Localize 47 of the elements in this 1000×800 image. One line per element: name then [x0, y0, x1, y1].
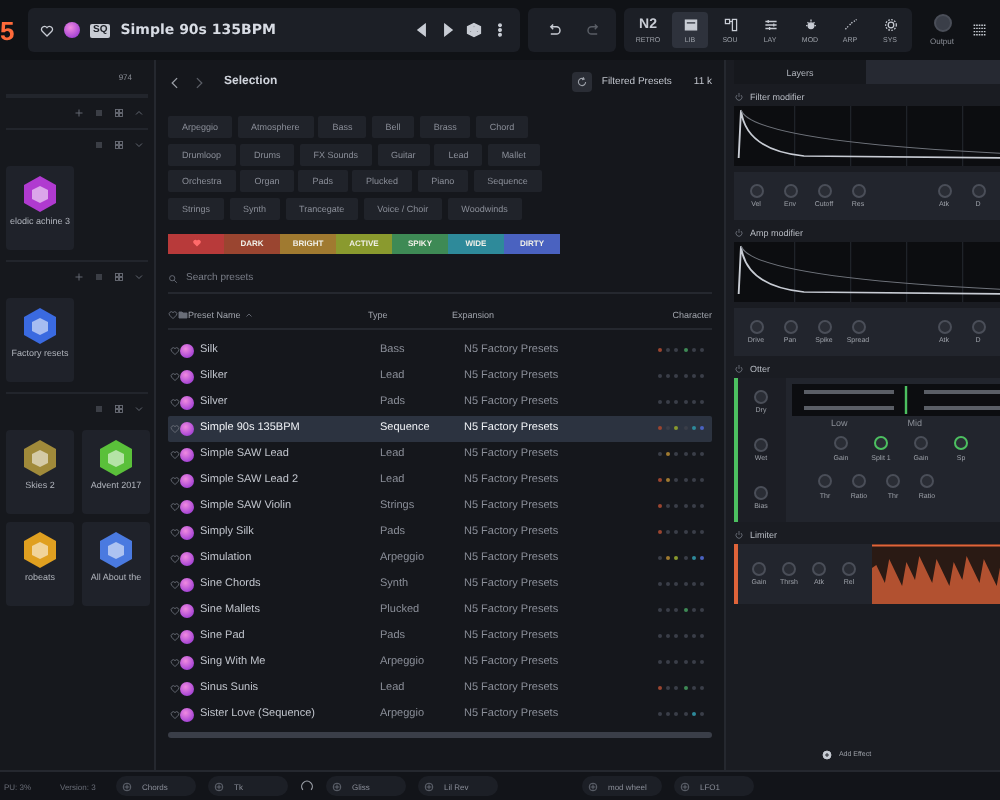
settings-icon	[883, 17, 897, 31]
previous-icon[interactable]	[414, 22, 430, 38]
dice-icon[interactable]	[466, 22, 482, 38]
list-view-icon[interactable]	[94, 272, 104, 282]
menu-icon[interactable]	[492, 22, 508, 38]
knob[interactable]	[874, 436, 888, 451]
grid-view-icon[interactable]	[114, 404, 124, 414]
power-icon[interactable]	[734, 364, 744, 374]
refresh-icon[interactable]	[571, 72, 592, 92]
power-icon[interactable]	[734, 92, 744, 102]
logo-text: 5	[0, 15, 17, 45]
sliders-icon	[763, 17, 777, 31]
grid-view-icon[interactable]	[114, 272, 124, 282]
chevron-icon[interactable]	[134, 108, 144, 118]
chevron-icon[interactable]	[134, 272, 144, 282]
list-view-icon[interactable]	[94, 404, 104, 414]
heart-icon	[168, 309, 178, 319]
library-icon	[683, 17, 697, 31]
folder-icon	[178, 309, 188, 319]
next-icon[interactable]	[440, 22, 456, 38]
waveform-display	[871, 544, 1000, 604]
crossover-display[interactable]	[791, 384, 1000, 416]
search-icon	[168, 273, 178, 283]
routing-icon	[723, 17, 737, 31]
favorite-filter[interactable]	[168, 233, 224, 253]
chevron-icon[interactable]	[134, 404, 144, 414]
forward-icon[interactable]	[192, 75, 206, 89]
loading-icon	[300, 779, 314, 793]
heart-icon	[191, 238, 201, 248]
envelope-graph[interactable]	[734, 106, 1000, 166]
back-icon[interactable]	[168, 75, 182, 89]
power-icon[interactable]	[734, 530, 744, 540]
chevron-icon[interactable]	[134, 140, 144, 150]
grid-view-icon[interactable]	[114, 140, 124, 150]
output-knob[interactable]	[933, 14, 951, 32]
dotted-line-icon	[843, 17, 857, 31]
envelope-graph[interactable]	[734, 242, 1000, 302]
grid-view-icon[interactable]	[114, 108, 124, 118]
preset-icon	[64, 22, 80, 38]
scrollbar[interactable]	[168, 731, 712, 737]
grid-icon[interactable]	[972, 22, 988, 38]
knob[interactable]	[954, 436, 968, 451]
undo-icon[interactable]	[546, 22, 562, 38]
list-view-icon[interactable]	[94, 108, 104, 118]
power-icon[interactable]	[734, 228, 744, 238]
list-view-icon[interactable]	[94, 140, 104, 150]
redo-icon[interactable]	[586, 22, 602, 38]
